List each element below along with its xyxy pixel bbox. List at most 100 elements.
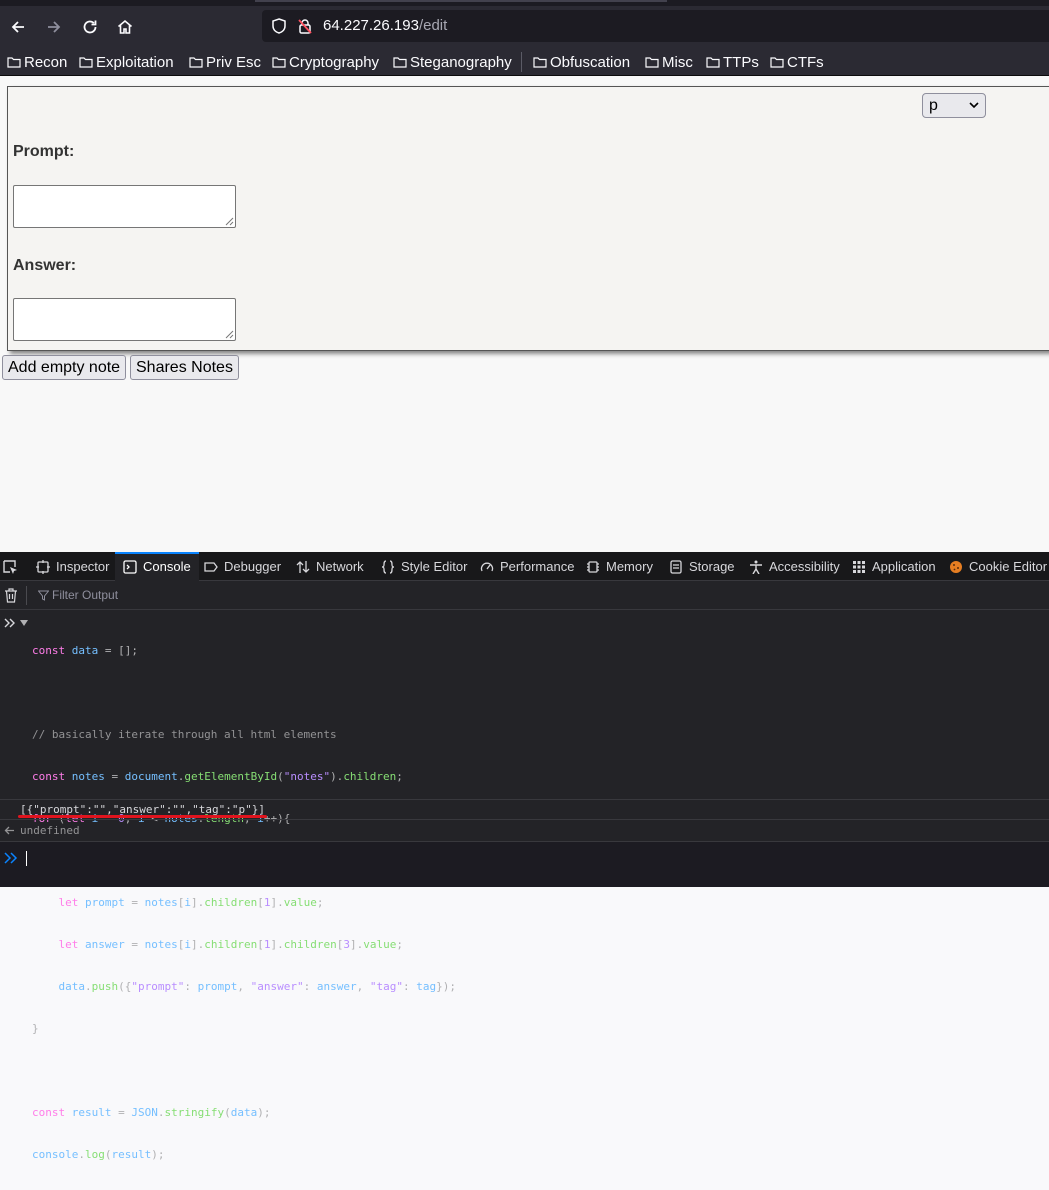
performance-icon (480, 562, 494, 571)
tab-performance[interactable]: Performance (480, 552, 574, 581)
tab-label: Performance (500, 559, 575, 574)
back-arrow-icon (11, 21, 24, 33)
tab-application[interactable]: Application (852, 552, 936, 581)
code-line: data.push({"prompt": prompt, "answer": a… (58, 980, 456, 993)
filter-output-input[interactable]: Filter Output (52, 588, 118, 602)
bookmark-folder-steganography[interactable]: Steganography (393, 52, 512, 72)
reload-icon (83, 20, 97, 34)
answer-label: Answer: (13, 257, 77, 274)
triangle-down-icon[interactable] (20, 620, 28, 626)
code-line: } (32, 1022, 39, 1035)
tab-debugger[interactable]: Debugger (204, 552, 281, 581)
code-line: let answer = notes[i].children[1].childr… (58, 938, 403, 951)
console-icon (123, 559, 137, 574)
accessibility-icon (750, 560, 762, 574)
inspector-icon (36, 559, 50, 574)
bookmark-folder-misc[interactable]: Misc (645, 52, 693, 72)
tab-inspector[interactable]: Inspector (36, 552, 115, 581)
navigation-toolbar: 64.227.26.193/edit (0, 6, 1049, 47)
tab-network[interactable]: Network (296, 552, 364, 581)
folder-icon (533, 57, 547, 68)
network-icon (296, 560, 310, 573)
url-host: 64.227.26.193 (323, 17, 419, 34)
folder-icon (393, 57, 407, 68)
trash-icon[interactable] (4, 588, 18, 603)
code-line: const data = []; (32, 644, 138, 657)
tab-storage[interactable]: Storage (669, 552, 735, 581)
shield-icon[interactable] (270, 17, 288, 35)
console-input-entry: const data = []; // basically iterate th… (0, 614, 1049, 1161)
note-card: p Prompt: Answer: (7, 86, 1049, 351)
tab-style-editor[interactable]: Style Editor (381, 552, 467, 581)
prompt-label: Prompt: (13, 143, 75, 160)
bookmark-folder-ttps[interactable]: TTPs (706, 52, 759, 72)
tab-cookie-editor[interactable]: Cookie Editor (949, 552, 1047, 581)
bookmark-label: Obfuscation (550, 53, 631, 71)
tab-label: Inspector (56, 559, 110, 574)
folder-icon (645, 57, 659, 68)
tag-select-value: p (929, 97, 938, 114)
resize-grip-icon[interactable] (224, 216, 234, 226)
resize-grip-icon[interactable] (224, 329, 234, 339)
back-button[interactable] (3, 12, 33, 42)
add-empty-note-button[interactable]: Add empty note (2, 355, 127, 380)
bookmark-label: TTPs (723, 53, 759, 71)
tab-label: Memory (606, 559, 653, 574)
console-code-block[interactable]: const data = []; // basically iterate th… (32, 616, 456, 1190)
console-filter-bar: Filter Output (0, 581, 1049, 610)
tag-select[interactable]: p (922, 93, 986, 118)
application-icon (853, 560, 865, 573)
code-line: const result = JSON.stringify(data); (32, 1106, 271, 1119)
bookmark-label: Misc (662, 53, 693, 71)
folder-icon (7, 57, 21, 68)
folder-icon (189, 57, 203, 68)
tab-label: Console (143, 559, 191, 574)
chevron-down-icon (969, 102, 979, 109)
bookmark-folder-recon[interactable]: Recon (7, 52, 67, 72)
code-line: const notes = document.getElementById("n… (32, 770, 403, 783)
share-notes-button[interactable]: Shares Notes (130, 355, 239, 380)
folder-icon (770, 57, 784, 68)
red-underline-annotation (18, 815, 267, 818)
prompt-textarea[interactable] (13, 185, 236, 228)
bookmark-folder-cryptography[interactable]: Cryptography (272, 52, 379, 72)
page-content: p Prompt: Answer: Add empty note Shares … (0, 76, 1049, 552)
folder-icon (79, 57, 93, 68)
double-chevron-right-icon (4, 852, 18, 864)
tab-label: Debugger (224, 559, 282, 574)
url-bar[interactable]: 64.227.26.193/edit (262, 10, 1049, 42)
tab-label: Network (316, 559, 364, 574)
tab-accessibility[interactable]: Accessibility (749, 552, 840, 581)
console-input[interactable] (0, 842, 1049, 887)
tab-label: Application (872, 559, 936, 574)
folder-icon (272, 57, 286, 68)
element-picker-icon[interactable] (2, 559, 18, 575)
code-line: let prompt = notes[i].children[1].value; (58, 896, 324, 909)
url-text[interactable]: 64.227.26.193/edit (323, 17, 447, 34)
bookmark-label: Steganography (410, 53, 512, 71)
folder-icon (706, 57, 720, 68)
bookmark-folder-priv-esc[interactable]: Priv Esc (189, 52, 261, 72)
forward-button[interactable] (39, 12, 69, 42)
tab-console[interactable]: Console (115, 552, 199, 581)
bookmark-folder-ctfs[interactable]: CTFs (770, 52, 824, 72)
tab-label: Storage (689, 559, 735, 574)
tab-memory[interactable]: Memory (586, 552, 653, 581)
reload-button[interactable] (75, 12, 105, 42)
insecure-lock-icon[interactable] (296, 17, 314, 35)
bookmark-label: Recon (24, 53, 68, 71)
active-tab-edge[interactable] (255, 0, 667, 2)
devtools-tabbar: Inspector Console Debugger Network Style… (0, 552, 1049, 581)
console-result-value: undefined (20, 824, 80, 837)
tab-label: Accessibility (769, 559, 840, 574)
answer-textarea[interactable] (13, 298, 236, 341)
forward-arrow-icon (48, 21, 61, 33)
storage-icon (670, 559, 682, 574)
bookmark-label: Priv Esc (206, 53, 262, 71)
code-line: console.log(result); (32, 1148, 165, 1161)
bookmark-folder-obfuscation[interactable]: Obfuscation (533, 52, 630, 72)
home-button[interactable] (110, 12, 140, 42)
bookmark-folder-exploitation[interactable]: Exploitation (79, 52, 174, 72)
console-result-row: undefined (0, 820, 1049, 842)
